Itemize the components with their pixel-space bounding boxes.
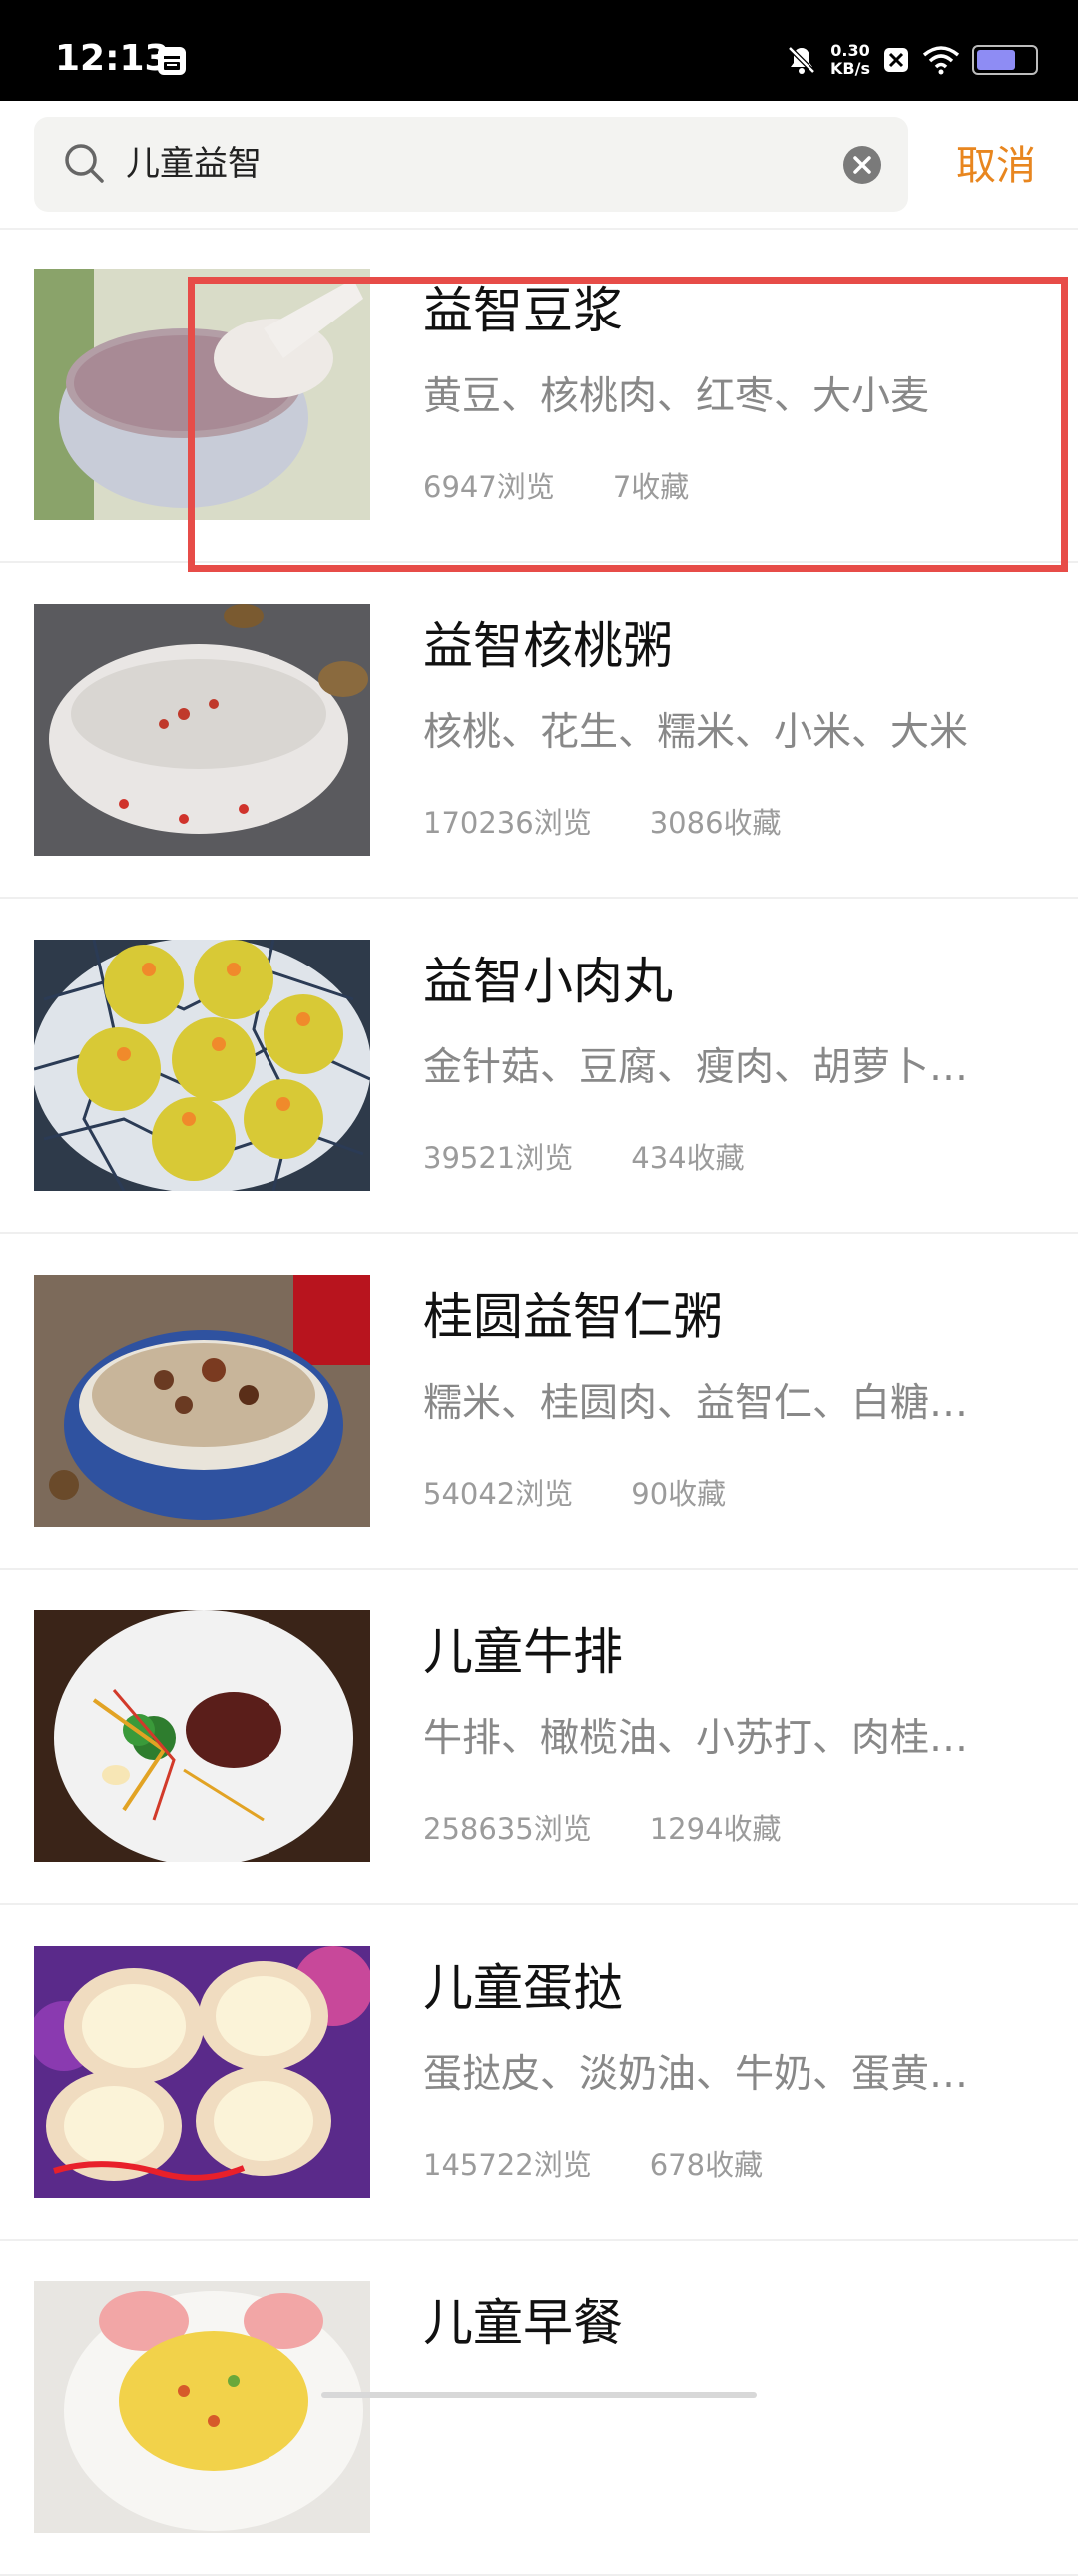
- recipe-title: 儿童牛排: [423, 1623, 623, 1681]
- recipe-thumbnail: [34, 1946, 370, 2198]
- battery-icon: [972, 45, 1038, 75]
- recipe-thumbnail: [34, 940, 370, 1191]
- view-count: 258635浏览: [423, 1812, 592, 1846]
- recipe-ingredients: 牛排、橄榄油、小苏打、肉桂…: [423, 1716, 969, 1761]
- recipe-thumbnail: [34, 269, 370, 520]
- recipe-ingredients: 金针菇、豆腐、瘦肉、胡萝卜…: [423, 1045, 969, 1090]
- favorite-count: 678收藏: [649, 2148, 764, 2182]
- bell-muted-icon: [788, 46, 815, 74]
- status-time: 12:13: [55, 38, 170, 79]
- view-count: 145722浏览: [423, 2148, 592, 2182]
- favorite-count: 7收藏: [612, 470, 690, 504]
- wifi-icon: [922, 46, 960, 75]
- result-item-soy-milk[interactable]: 益智豆浆 黄豆、核桃肉、红枣、大小麦 6947浏览 7收藏: [0, 228, 1078, 563]
- result-item-kids-steak[interactable]: 儿童牛排 牛排、橄榄油、小苏打、肉桂… 258635浏览 1294收藏: [0, 1570, 1078, 1905]
- view-count: 39521浏览: [423, 1141, 574, 1175]
- recipe-ingredients: 糯米、桂圆肉、益智仁、白糖…: [423, 1381, 969, 1426]
- view-count: 54042浏览: [423, 1477, 574, 1511]
- search-input[interactable]: 儿童益智: [34, 117, 908, 212]
- view-count: 6947浏览: [423, 470, 555, 504]
- recipe-title: 益智豆浆: [423, 282, 623, 339]
- recipe-title: 儿童蛋挞: [423, 1959, 623, 2017]
- favorite-count: 434收藏: [631, 1141, 745, 1175]
- home-indicator[interactable]: [321, 2392, 757, 2398]
- recipe-title: 益智小肉丸: [423, 953, 673, 1010]
- recipe-title: 益智核桃粥: [423, 617, 673, 675]
- search-query: 儿童益智: [126, 144, 262, 184]
- network-speed: 0.30 KB/s: [830, 42, 870, 78]
- network-speed-unit: KB/s: [830, 59, 870, 78]
- recipe-stats: 258635浏览 1294收藏: [423, 1809, 782, 1849]
- favorite-count: 90收藏: [631, 1477, 727, 1511]
- result-item-longan-porridge[interactable]: 桂圆益智仁粥 糯米、桂圆肉、益智仁、白糖… 54042浏览 90收藏: [0, 1234, 1078, 1570]
- battery-level: [977, 50, 1015, 70]
- recipe-stats: 54042浏览 90收藏: [423, 1474, 726, 1514]
- search-results-list: 益智豆浆 黄豆、核桃肉、红枣、大小麦 6947浏览 7收藏 益智核桃粥 核桃、花…: [0, 228, 1078, 2576]
- recipe-thumbnail: [34, 2281, 370, 2533]
- search-header: 儿童益智 取消: [0, 101, 1078, 230]
- recipe-ingredients: 核桃、花生、糯米、小米、大米: [423, 710, 969, 755]
- recipe-ingredients: 黄豆、核桃肉、红枣、大小麦: [423, 374, 930, 419]
- search-icon: [65, 144, 104, 183]
- result-item-walnut-porridge[interactable]: 益智核桃粥 核桃、花生、糯米、小米、大米 170236浏览 3086收藏: [0, 563, 1078, 899]
- result-item-egg-tart[interactable]: 儿童蛋挞 蛋挞皮、淡奶油、牛奶、蛋黄… 145722浏览 678收藏: [0, 1905, 1078, 2241]
- recipe-stats: 170236浏览 3086收藏: [423, 803, 782, 843]
- cancel-button[interactable]: 取消: [956, 139, 1036, 193]
- status-bar: 12:13 0.30 KB/s: [0, 0, 1078, 101]
- view-count: 170236浏览: [423, 806, 592, 840]
- recipe-thumbnail: [34, 1275, 370, 1527]
- status-icons: 0.30 KB/s: [785, 40, 1038, 80]
- recipe-title: 儿童早餐: [423, 2294, 623, 2352]
- result-item-meatballs[interactable]: 益智小肉丸 金针菇、豆腐、瘦肉、胡萝卜… 39521浏览 434收藏: [0, 899, 1078, 1234]
- recipe-title: 桂圆益智仁粥: [423, 1288, 723, 1346]
- result-item-kids-breakfast[interactable]: 儿童早餐: [0, 2241, 1078, 2576]
- recipe-ingredients: 蛋挞皮、淡奶油、牛奶、蛋黄…: [423, 2052, 969, 2097]
- clear-search-icon[interactable]: [842, 145, 882, 185]
- recipe-stats: 39521浏览 434收藏: [423, 1138, 745, 1178]
- recipe-thumbnail: [34, 1610, 370, 1862]
- sim-disabled-icon: [884, 48, 908, 72]
- favorite-count: 3086收藏: [649, 806, 782, 840]
- network-speed-value: 0.30: [830, 41, 870, 60]
- recipe-stats: 6947浏览 7收藏: [423, 467, 689, 507]
- favorite-count: 1294收藏: [649, 1812, 782, 1846]
- recipe-stats: 145722浏览 678收藏: [423, 2145, 763, 2185]
- app-notification-icon: [158, 47, 186, 75]
- recipe-thumbnail: [34, 604, 370, 856]
